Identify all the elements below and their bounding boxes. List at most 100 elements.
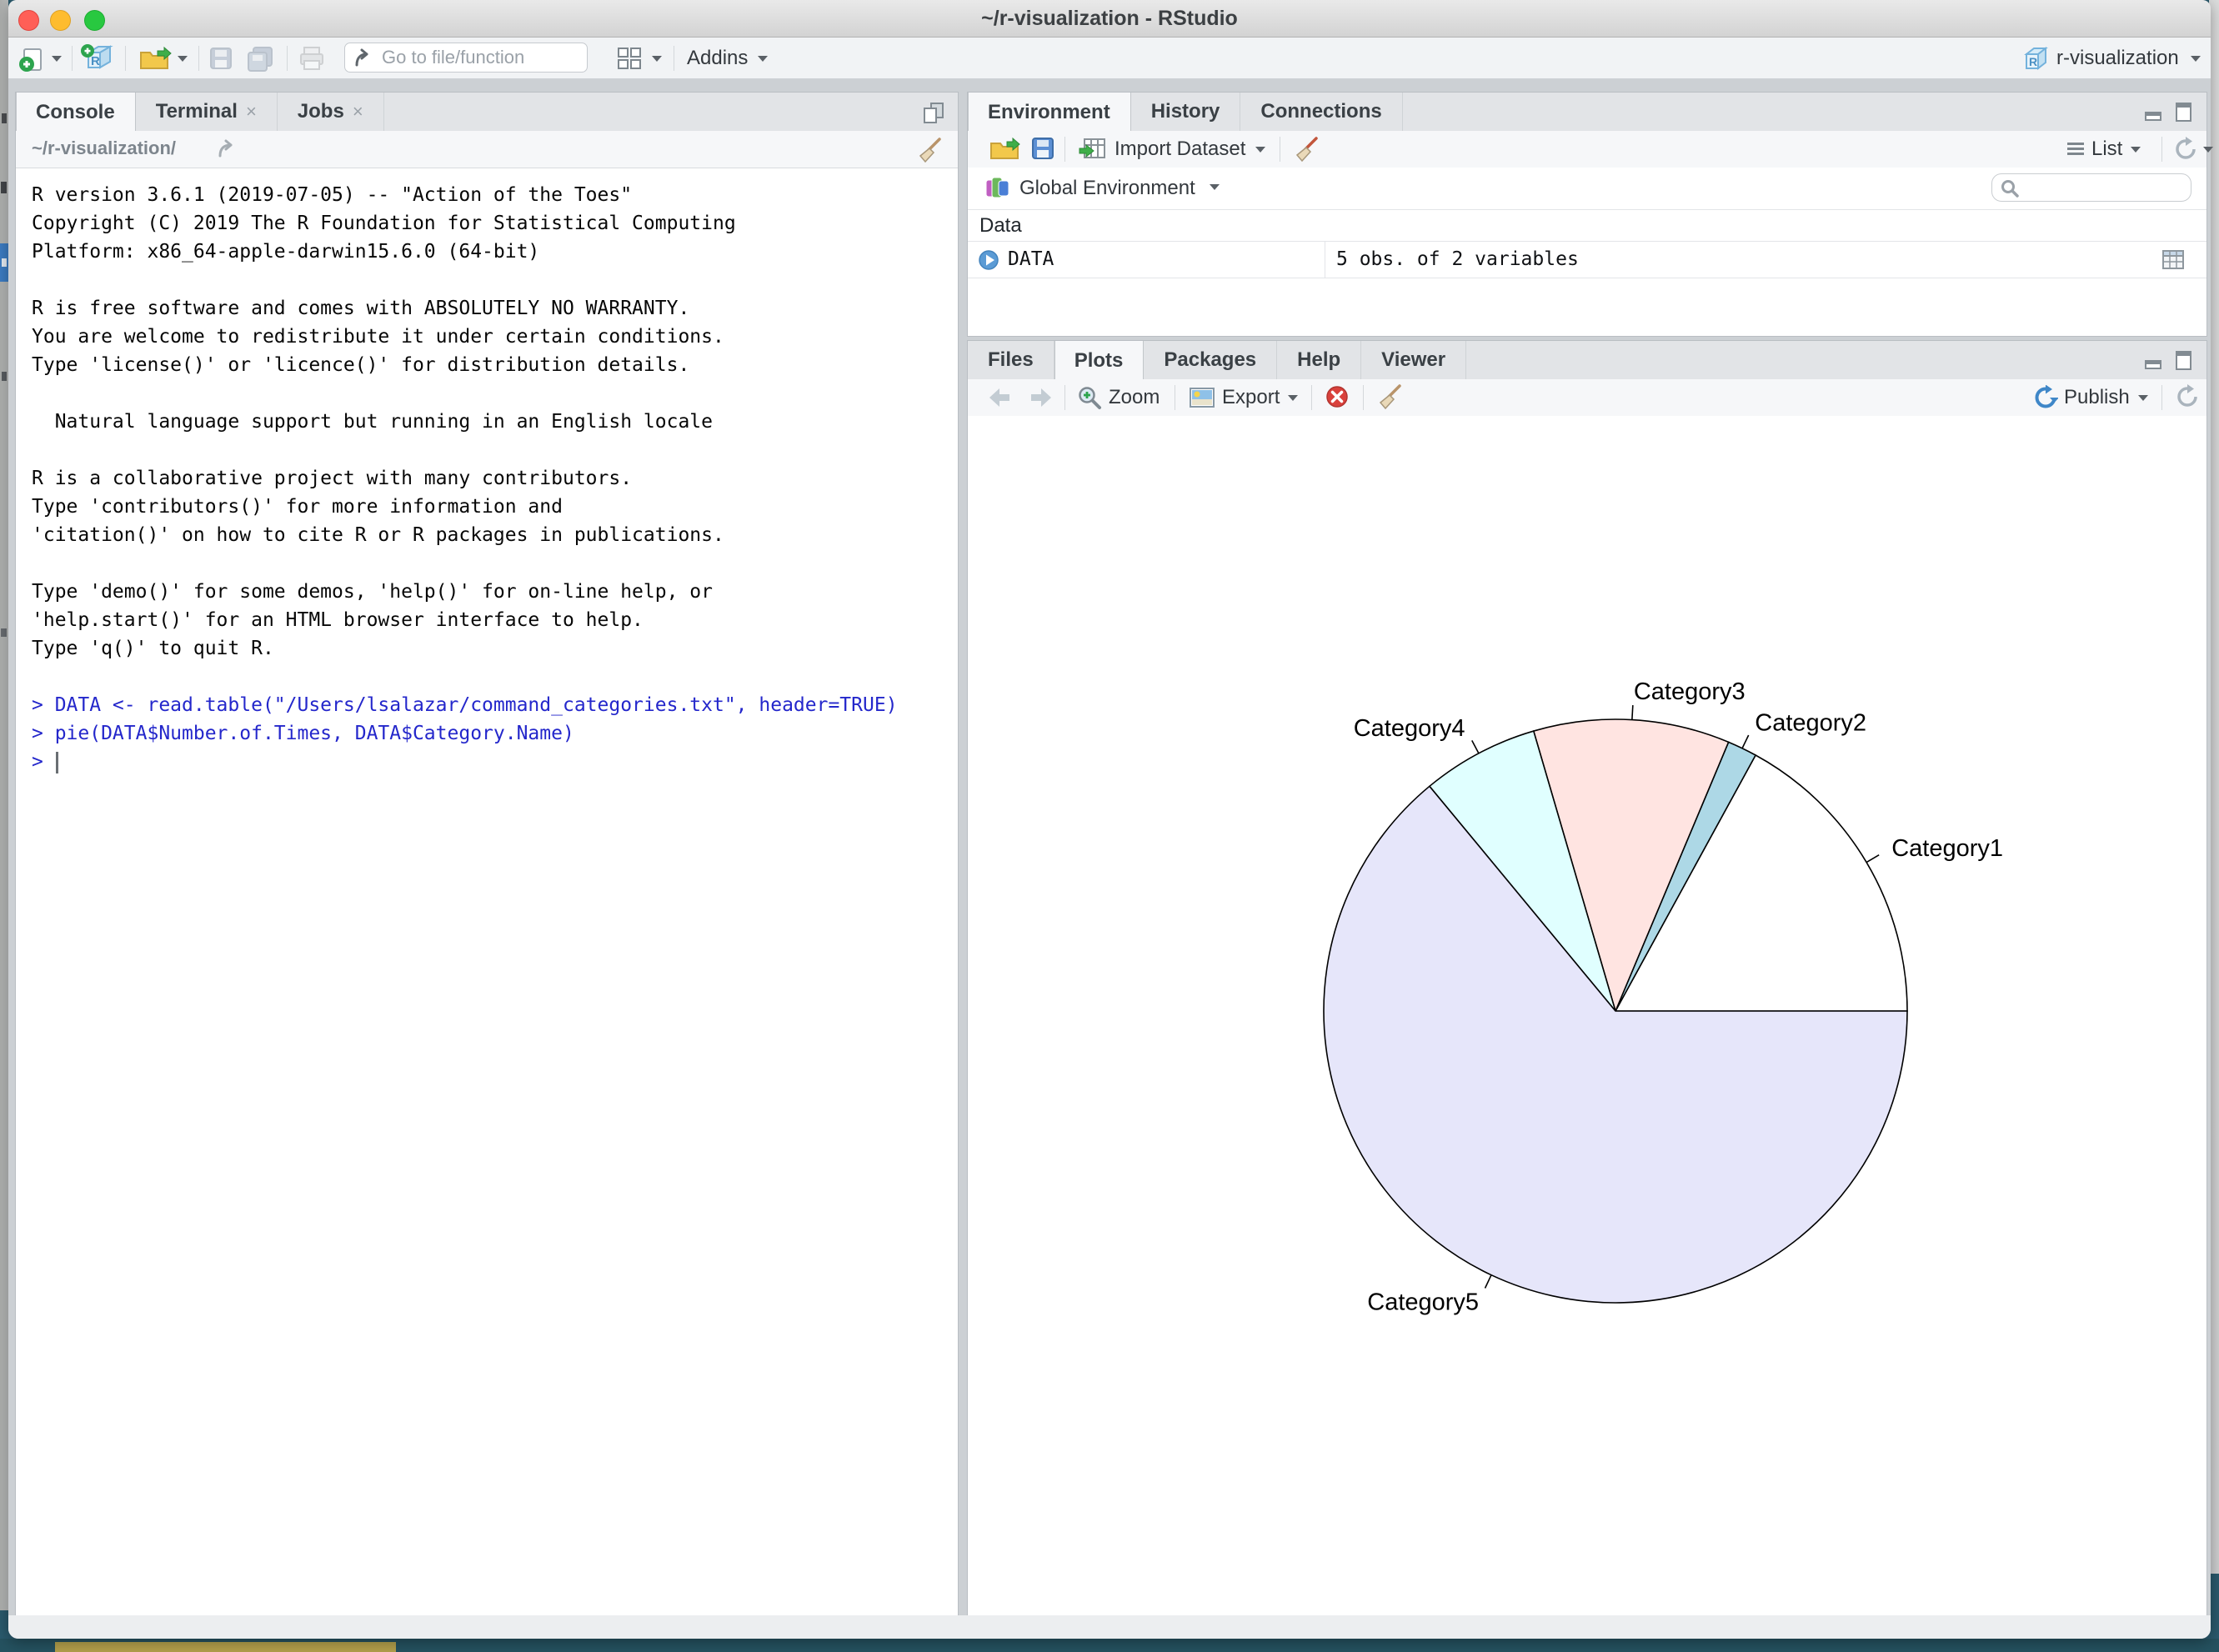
plots-tabstrip: Files Plots Packages Help Viewer [968, 341, 2206, 380]
pie-tick [1472, 740, 1479, 753]
close-tab-icon[interactable]: × [246, 101, 257, 123]
pie-tick [1485, 1275, 1491, 1289]
chevron-down-icon[interactable] [1210, 184, 1220, 190]
object-value: 5 obs. of 2 variables [1336, 248, 1579, 270]
console-input-line: > pie(DATA$Number.of.Times, DATA$Categor… [32, 719, 958, 748]
new-project-icon: R [80, 43, 113, 74]
pie-label-category2: Category2 [1755, 709, 1866, 736]
tab-history[interactable]: History [1131, 93, 1241, 131]
console-output-line: Natural language support but running in … [32, 408, 958, 436]
maximize-pane-icon[interactable] [2173, 101, 2195, 123]
titlebar: ~/r-visualization - RStudio [8, 0, 2211, 38]
chevron-down-icon [1255, 147, 1265, 153]
search-icon [2000, 178, 2021, 198]
console-pathbar: ~/r-visualization/ [16, 131, 958, 168]
tab-jobs[interactable]: Jobs× [278, 93, 384, 131]
console-output-line [32, 549, 958, 578]
clear-objects-broom-icon[interactable] [1293, 135, 1321, 163]
open-file-dropdown[interactable] [178, 44, 188, 73]
background-glyph [2, 372, 7, 381]
view-data-grid-icon[interactable] [2161, 249, 2185, 271]
new-file-dropdown[interactable] [52, 44, 62, 73]
tab-connections[interactable]: Connections [1240, 93, 1402, 131]
minimize-pane-icon[interactable] [2143, 101, 2165, 123]
save-icon [208, 46, 233, 71]
minimize-pane-icon[interactable] [2143, 349, 2165, 371]
pane-layout-dropdown[interactable] [652, 44, 662, 73]
save-all-button[interactable] [245, 44, 275, 73]
refresh-icon [2173, 137, 2198, 162]
next-plot-arrow-icon[interactable] [1026, 386, 1054, 409]
refresh-environment-button[interactable] [2173, 135, 2213, 163]
clear-all-plots-broom-icon[interactable] [1376, 383, 1405, 411]
background-glyph [1, 628, 7, 637]
open-file-button[interactable] [138, 44, 173, 73]
remove-plot-icon[interactable] [1325, 384, 1350, 409]
list-view-button[interactable]: List [2065, 135, 2141, 163]
save-button[interactable] [208, 44, 233, 73]
export-label: Export [1222, 386, 1280, 409]
pane-layout-grid-icon [615, 45, 644, 72]
object-row-data[interactable]: DATA 5 obs. of 2 variables [968, 242, 2206, 278]
console-output[interactable]: R version 3.6.1 (2019-07-05) -- "Action … [16, 168, 958, 1623]
console-tabstrip: Console Terminal× Jobs× [16, 93, 958, 132]
tab-plots[interactable]: Plots [1054, 341, 1145, 380]
pie-tick [1632, 705, 1633, 719]
goto-directory-icon[interactable] [216, 138, 241, 160]
open-in-new-window-icon[interactable] [921, 101, 946, 124]
environment-search-input[interactable] [1991, 173, 2191, 202]
new-project-button[interactable]: R [80, 44, 113, 73]
pane-layout-button[interactable] [615, 44, 644, 73]
chevron-down-icon [2191, 56, 2201, 62]
chevron-down-icon [652, 56, 662, 62]
console-output-line: R version 3.6.1 (2019-07-05) -- "Action … [32, 181, 958, 209]
svg-text:R: R [91, 54, 100, 68]
dock-segment-yellow [55, 1642, 396, 1652]
tab-console[interactable]: Console [16, 93, 136, 132]
load-workspace-icon[interactable] [988, 136, 1023, 163]
import-dataset-button[interactable]: Import Dataset [1078, 135, 1265, 163]
pie-tick [1742, 735, 1749, 748]
background-glyph [2, 113, 7, 123]
save-workspace-icon[interactable] [1031, 137, 1054, 160]
pie-label-category5: Category5 [1367, 1289, 1479, 1316]
previous-plot-arrow-icon[interactable] [986, 386, 1014, 409]
refresh-plot-icon[interactable] [2175, 384, 2200, 409]
console-output-line: Type 'q()' to quit R. [32, 634, 958, 663]
console-output-line: R is free software and comes with ABSOLU… [32, 294, 958, 323]
data-section-header: Data [968, 210, 2206, 241]
object-name: DATA [1008, 248, 1054, 270]
pie-label-category4: Category4 [1354, 715, 1465, 742]
tab-files[interactable]: Files [968, 341, 1054, 379]
clear-console-broom-icon[interactable] [916, 136, 944, 164]
zoom-label: Zoom [1109, 386, 1160, 409]
new-file-button[interactable] [18, 44, 45, 73]
console-output-line: Platform: x86_64-apple-darwin15.6.0 (64-… [32, 238, 958, 266]
background-window-left-sliver [0, 0, 8, 1610]
print-button[interactable] [298, 44, 325, 73]
chevron-down-icon [1288, 395, 1298, 401]
environment-scope-row: Global Environment [968, 168, 2206, 209]
addins-button[interactable]: Addins [687, 44, 768, 73]
expand-object-icon[interactable] [978, 249, 999, 271]
maximize-pane-icon[interactable] [2173, 349, 2195, 371]
svg-text:R: R [2029, 55, 2037, 68]
pie-label-category1: Category1 [1891, 835, 2003, 862]
tab-viewer[interactable]: Viewer [1361, 341, 1466, 379]
tab-terminal[interactable]: Terminal× [136, 93, 278, 131]
environment-scope-label[interactable]: Global Environment [1019, 177, 1195, 200]
project-cube-icon: R [2021, 44, 2050, 73]
pie-tick [1866, 855, 1879, 863]
tab-environment[interactable]: Environment [968, 93, 1131, 132]
project-selector[interactable]: R r-visualization [2021, 44, 2201, 73]
tab-help[interactable]: Help [1277, 341, 1361, 379]
tab-packages[interactable]: Packages [1144, 341, 1277, 379]
export-plot-button[interactable]: Export [1188, 383, 1298, 412]
close-tab-icon[interactable]: × [353, 101, 363, 123]
goto-file-input[interactable] [344, 43, 588, 73]
zoom-plot-button[interactable]: Zoom [1076, 383, 1160, 412]
plot-canvas: Category1Category2Category3Category4Cate… [968, 416, 2206, 1623]
plots-pane: Files Plots Packages Help Viewer Zoom Ex… [967, 340, 2207, 1624]
publish-plot-button[interactable]: Publish [2033, 383, 2148, 412]
chevron-down-icon [52, 56, 62, 62]
